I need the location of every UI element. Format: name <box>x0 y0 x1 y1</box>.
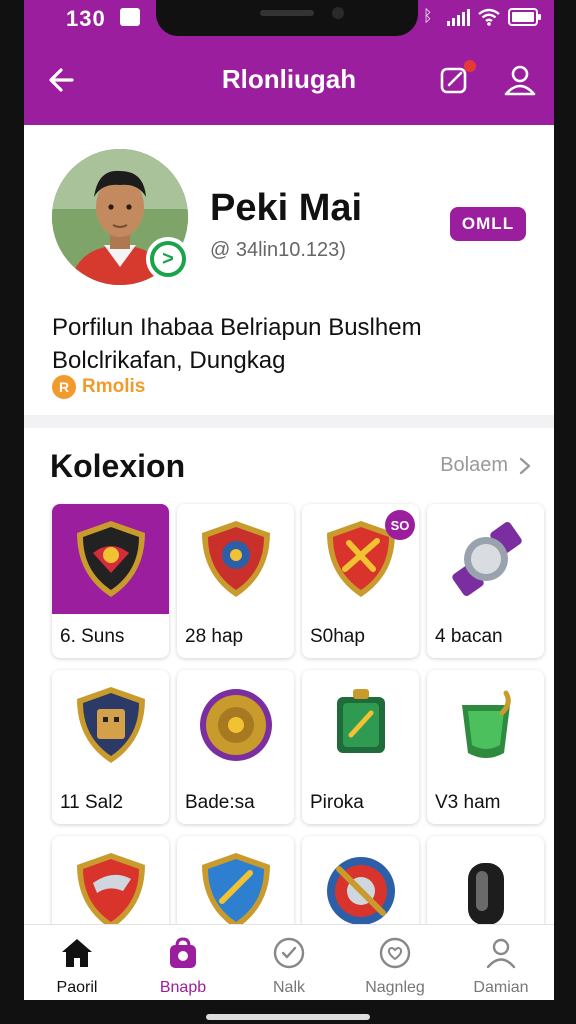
see-all-label: Bolaem <box>440 454 508 476</box>
item-label: Bade:sa <box>185 792 255 813</box>
collection-item[interactable]: Piroka <box>302 670 419 824</box>
nav-label: Nagnleg <box>365 979 425 996</box>
section-title: Kolexion <box>50 448 186 484</box>
bottom-navigation: Paoril Bnapb Nalk Nagnleg Damian <box>24 924 554 1000</box>
see-all-link[interactable]: Bolaem <box>440 454 532 477</box>
shield-emblem-icon <box>76 853 145 929</box>
nav-item-tasks[interactable]: Nalk <box>236 925 342 1000</box>
nav-item-profile[interactable]: Paoril <box>24 925 130 1000</box>
item-label: 4 bacan <box>435 626 503 647</box>
nav-label: Nalk <box>272 979 305 996</box>
nav-item-favorites[interactable]: Nagnleg <box>342 925 448 1000</box>
round-shield-icon <box>199 689 272 761</box>
check-circle-icon <box>273 937 305 969</box>
bag-icon <box>170 937 196 968</box>
device-frame: 130 ᛒ Rlonliugah > Peki Mai @ 34lin10.12… <box>0 0 576 1024</box>
bio-line: Porfilun Ihabaa Belriapun Buslhem <box>52 314 422 341</box>
item-label: V3 ham <box>435 792 501 813</box>
shield-emblem-icon <box>201 853 270 929</box>
item-label: Piroka <box>310 792 364 813</box>
shield-emblem-icon <box>76 521 145 597</box>
shield-emblem-icon <box>76 687 145 763</box>
check-icon: > <box>150 241 186 277</box>
badge-icon: R <box>52 375 76 399</box>
collection-item[interactable]: 4 bacan <box>427 504 544 658</box>
user-icon <box>486 938 516 969</box>
home-icon <box>62 939 92 967</box>
verified-badge: > <box>146 237 190 281</box>
profile-tag[interactable]: R Rmolis <box>52 375 145 399</box>
item-label: 11 Sal2 <box>60 792 124 813</box>
item-label: 28 hap <box>185 626 244 647</box>
crest-icon <box>336 689 385 753</box>
notification-dot <box>464 60 476 72</box>
collection-item[interactable]: 11 Sal2 <box>52 670 169 824</box>
status-icons: ᛒ <box>423 8 542 26</box>
home-indicator <box>206 1014 370 1020</box>
chevron-right-icon <box>519 457 531 474</box>
collection-item[interactable]: 6. Suns <box>52 504 169 658</box>
round-shield-icon <box>326 857 395 925</box>
nav-label: Damian <box>473 979 529 996</box>
profile-handle: @ 34lin10.123) <box>210 239 346 261</box>
collection-section: Kolexion Bolaem 6. Suns 28 hap S0hap SO … <box>24 428 554 1000</box>
nav-item-shop[interactable]: Bnapb <box>130 925 236 1000</box>
profile-name: Peki Mai <box>210 187 363 229</box>
account-button[interactable] <box>502 62 538 98</box>
collection-item[interactable]: Bade:sa <box>177 670 294 824</box>
wifi-icon <box>478 8 500 26</box>
profile-card: > Peki Mai @ 34lin10.123) OMLL Porfilun … <box>24 125 554 415</box>
collection-item[interactable]: V3 ham <box>427 670 544 824</box>
collection-item[interactable]: S0hap SO <box>302 504 419 658</box>
nav-item-account[interactable]: Damian <box>448 925 554 1000</box>
status-chip[interactable]: OMLL <box>450 207 526 241</box>
heart-circle-icon <box>379 937 411 969</box>
profile-bio: Porfilun Ihabaa Belriapun Buslhem Bolclr… <box>52 311 532 377</box>
collection-item[interactable]: 28 hap <box>177 504 294 658</box>
status-time: 130 <box>66 6 106 31</box>
item-label: 6. Suns <box>60 626 125 647</box>
edit-button[interactable] <box>436 60 476 98</box>
signal-icon <box>447 8 470 26</box>
potion-icon <box>461 690 511 758</box>
bluetooth-icon: ᛒ <box>423 8 433 25</box>
camera-notch <box>156 0 418 36</box>
app-header: 130 ᛒ Rlonliugah <box>24 0 554 125</box>
bio-line: Bolclrikafan, Dungkag <box>52 347 286 374</box>
nav-label: Bnapb <box>159 979 207 996</box>
battery-icon <box>508 8 542 26</box>
speaker-grille <box>260 10 314 16</box>
collection-grid: 6. Suns 28 hap S0hap SO 4 bacan 11 Sal2 <box>52 504 544 990</box>
app-screen: 130 ᛒ Rlonliugah > Peki Mai @ 34lin10.12… <box>24 0 554 1000</box>
tag-label: Rmolis <box>82 376 146 397</box>
nav-label: Paoril <box>56 979 98 996</box>
front-camera <box>332 7 344 19</box>
gadget-icon <box>467 863 504 925</box>
item-badge: SO <box>385 510 415 540</box>
shield-emblem-icon <box>201 521 270 597</box>
watch-icon <box>451 522 522 596</box>
user-icon <box>504 65 536 96</box>
item-label: S0hap <box>310 626 365 647</box>
notification-status-icon <box>120 8 140 26</box>
